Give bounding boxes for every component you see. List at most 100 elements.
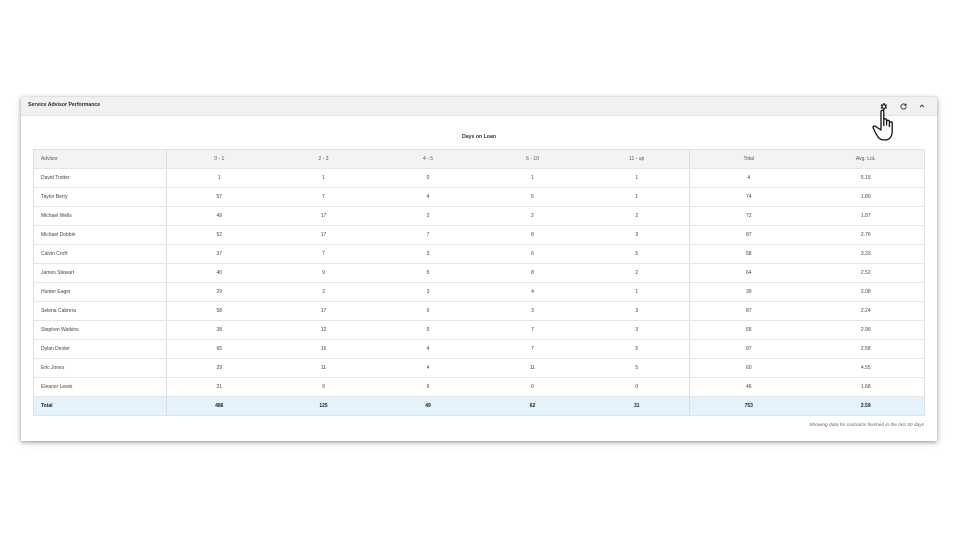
column-header-4-5[interactable]: 4 - 5: [375, 149, 481, 169]
cell-days-2-3: 1: [271, 168, 376, 188]
cell-advisor: James Stewart: [33, 263, 167, 283]
cell-days-0-1: 29: [166, 282, 272, 302]
cell-days-0-1: 65: [166, 339, 272, 359]
column-header-total[interactable]: Total: [689, 149, 808, 169]
cell-avg-lol: 2.76: [807, 225, 925, 245]
cell-days-11-up: 2: [584, 263, 690, 283]
advisor-performance-table: Advisor 0 - 1 2 - 3 4 - 5 6 - 10 11 - up…: [33, 149, 925, 416]
cell-days-11-up: 0: [584, 377, 690, 397]
table-row: Michael Dobbin 52 17 7 8 3 87 2.76: [33, 225, 925, 245]
cell-total: 87: [689, 225, 808, 245]
cell-days-0-1: 29: [166, 358, 272, 378]
cell-days-6-10: 3: [480, 301, 585, 321]
cell-days-2-3: 7: [271, 187, 376, 207]
cell-total: 753: [689, 396, 808, 416]
cell-days-11-up: 3: [584, 301, 690, 321]
cell-avg-lol: 2.24: [807, 301, 925, 321]
cell-days-2-3: 125: [271, 396, 376, 416]
cell-advisor: David Trotter: [33, 168, 167, 188]
cell-days-11-up: 5: [584, 358, 690, 378]
cell-days-0-1: 37: [166, 244, 272, 264]
cell-avg-lol: 2.58: [807, 339, 925, 359]
column-header-2-3[interactable]: 2 - 3: [271, 149, 376, 169]
cell-days-6-10: 11: [480, 358, 585, 378]
cell-days-6-10: 1: [480, 168, 585, 188]
cell-total: 97: [689, 339, 808, 359]
cell-avg-lol: 3.33: [807, 244, 925, 264]
card-header: Service Advisor Performance: [21, 97, 937, 116]
cell-avg-lol: 2.59: [807, 396, 925, 416]
cell-days-11-up: 3: [584, 320, 690, 340]
cell-advisor: Eleanor Lewis: [33, 377, 167, 397]
column-header-11-up[interactable]: 11 - up: [584, 149, 690, 169]
cell-avg-lol: 5.15: [807, 168, 925, 188]
cell-days-4-5: 5: [375, 263, 481, 283]
chevron-up-icon[interactable]: [916, 100, 928, 112]
cell-days-6-10: 4: [480, 282, 585, 302]
cell-days-0-1: 57: [166, 187, 272, 207]
cell-days-11-up: 5: [584, 339, 690, 359]
cell-total: 64: [689, 263, 808, 283]
cell-days-0-1: 49: [166, 206, 272, 226]
cell-total: 39: [689, 282, 808, 302]
cell-total: 74: [689, 187, 808, 207]
table-row: Eleanor Lewis 31 9 6 0 0 46 1.68: [33, 377, 925, 397]
cell-days-11-up: 5: [584, 244, 690, 264]
advisor-table-wrap: Advisor 0 - 1 2 - 3 4 - 5 6 - 10 11 - up…: [33, 149, 925, 416]
table-row: Calvin Croft 37 7 3 6 5 58 3.33: [33, 244, 925, 264]
cell-days-4-5: 6: [375, 377, 481, 397]
cell-days-4-5: 2: [375, 206, 481, 226]
table-row: Dylan Dexter 65 16 4 7 5 97 2.58: [33, 339, 925, 359]
cell-total: 4: [689, 168, 808, 188]
table-row: Hunter Eager 29 2 3 4 1 39 2.08: [33, 282, 925, 302]
column-header-avg-lol[interactable]: Avg. LoL: [807, 149, 925, 169]
cell-advisor: Hunter Eager: [33, 282, 167, 302]
table-row: Selena Cabrera 58 17 6 3 3 87 2.24: [33, 301, 925, 321]
cell-total: 87: [689, 301, 808, 321]
column-header-advisor[interactable]: Advisor: [33, 149, 167, 169]
table-row: David Trotter 1 1 0 1 1 4 5.15: [33, 168, 925, 188]
cell-days-2-3: 11: [271, 358, 376, 378]
cell-advisor: Taylor Berry: [33, 187, 167, 207]
column-header-0-1[interactable]: 0 - 1: [166, 149, 272, 169]
table-row: James Stewart 40 9 5 8 2 64 2.52: [33, 263, 925, 283]
cell-days-4-5: 4: [375, 187, 481, 207]
cell-avg-lol: 2.08: [807, 282, 925, 302]
cell-days-0-1: 486: [166, 396, 272, 416]
cell-days-0-1: 31: [166, 377, 272, 397]
service-advisor-performance-card: Service Advisor Performance Days on Loan: [21, 97, 937, 441]
cell-total: 58: [689, 244, 808, 264]
cell-days-11-up: 3: [584, 225, 690, 245]
cell-days-4-5: 0: [375, 168, 481, 188]
cell-days-4-5: 4: [375, 339, 481, 359]
cell-advisor: Michael Wells: [33, 206, 167, 226]
table-row: Eric Jones 29 11 4 11 5 60 4.55: [33, 358, 925, 378]
cell-days-2-3: 17: [271, 206, 376, 226]
cell-total: 65: [689, 320, 808, 340]
cell-days-6-10: 62: [480, 396, 585, 416]
cell-days-6-10: 2: [480, 206, 585, 226]
cell-days-0-1: 38: [166, 320, 272, 340]
cell-days-2-3: 7: [271, 244, 376, 264]
cell-advisor: Calvin Croft: [33, 244, 167, 264]
cell-avg-lol: 2.96: [807, 320, 925, 340]
table-row: Michael Wells 49 17 2 2 2 72 1.87: [33, 206, 925, 226]
cell-days-4-5: 5: [375, 320, 481, 340]
refresh-icon[interactable]: [897, 100, 909, 112]
cell-advisor: Stephen Watkins: [33, 320, 167, 340]
cell-days-0-1: 58: [166, 301, 272, 321]
cell-avg-lol: 4.55: [807, 358, 925, 378]
cell-days-4-5: 3: [375, 282, 481, 302]
cell-avg-lol: 1.80: [807, 187, 925, 207]
table-row: Stephen Watkins 38 12 5 7 3 65 2.96: [33, 320, 925, 340]
cell-days-2-3: 9: [271, 377, 376, 397]
days-on-loan-header: Days on Loan: [461, 134, 496, 140]
cell-days-11-up: 1: [584, 168, 690, 188]
cell-days-6-10: 0: [480, 377, 585, 397]
gear-icon[interactable]: [877, 100, 889, 112]
cell-days-2-3: 17: [271, 301, 376, 321]
column-header-6-10[interactable]: 6 - 10: [480, 149, 585, 169]
cell-total: 46: [689, 377, 808, 397]
cell-days-4-5: 3: [375, 244, 481, 264]
cell-advisor: Selena Cabrera: [33, 301, 167, 321]
